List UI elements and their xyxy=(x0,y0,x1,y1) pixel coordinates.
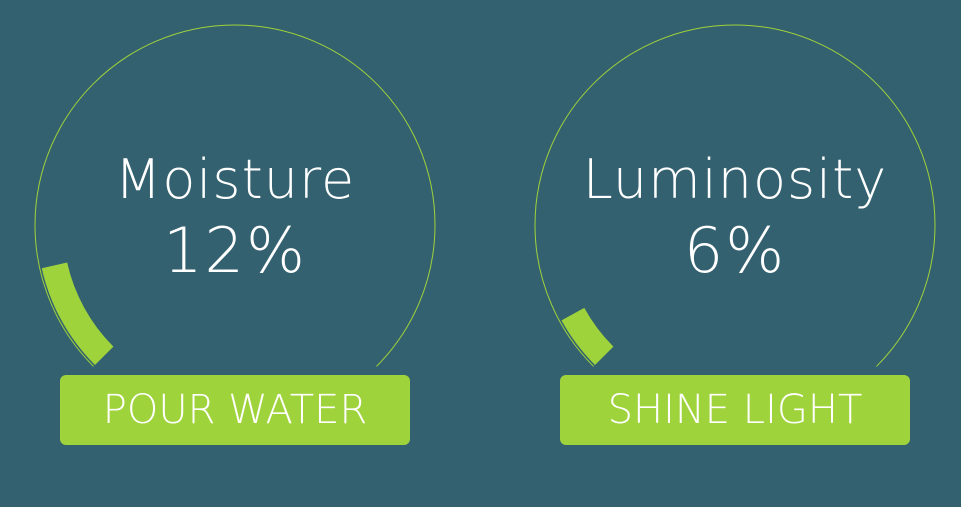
moisture-value: 12% xyxy=(163,214,307,287)
luminosity-value: 6% xyxy=(683,214,787,287)
pour-water-button[interactable]: POUR WATER xyxy=(60,375,410,445)
moisture-label: Moisture xyxy=(114,148,356,211)
luminosity-label: Luminosity xyxy=(582,148,888,211)
luminosity-gauge-panel: Luminosity 6% SHINE LIGHT xyxy=(500,0,961,507)
luminosity-gauge-fill xyxy=(561,307,614,366)
moisture-gauge-panel: Moisture 12% POUR WATER xyxy=(0,0,480,507)
shine-light-button[interactable]: SHINE LIGHT xyxy=(560,375,910,445)
